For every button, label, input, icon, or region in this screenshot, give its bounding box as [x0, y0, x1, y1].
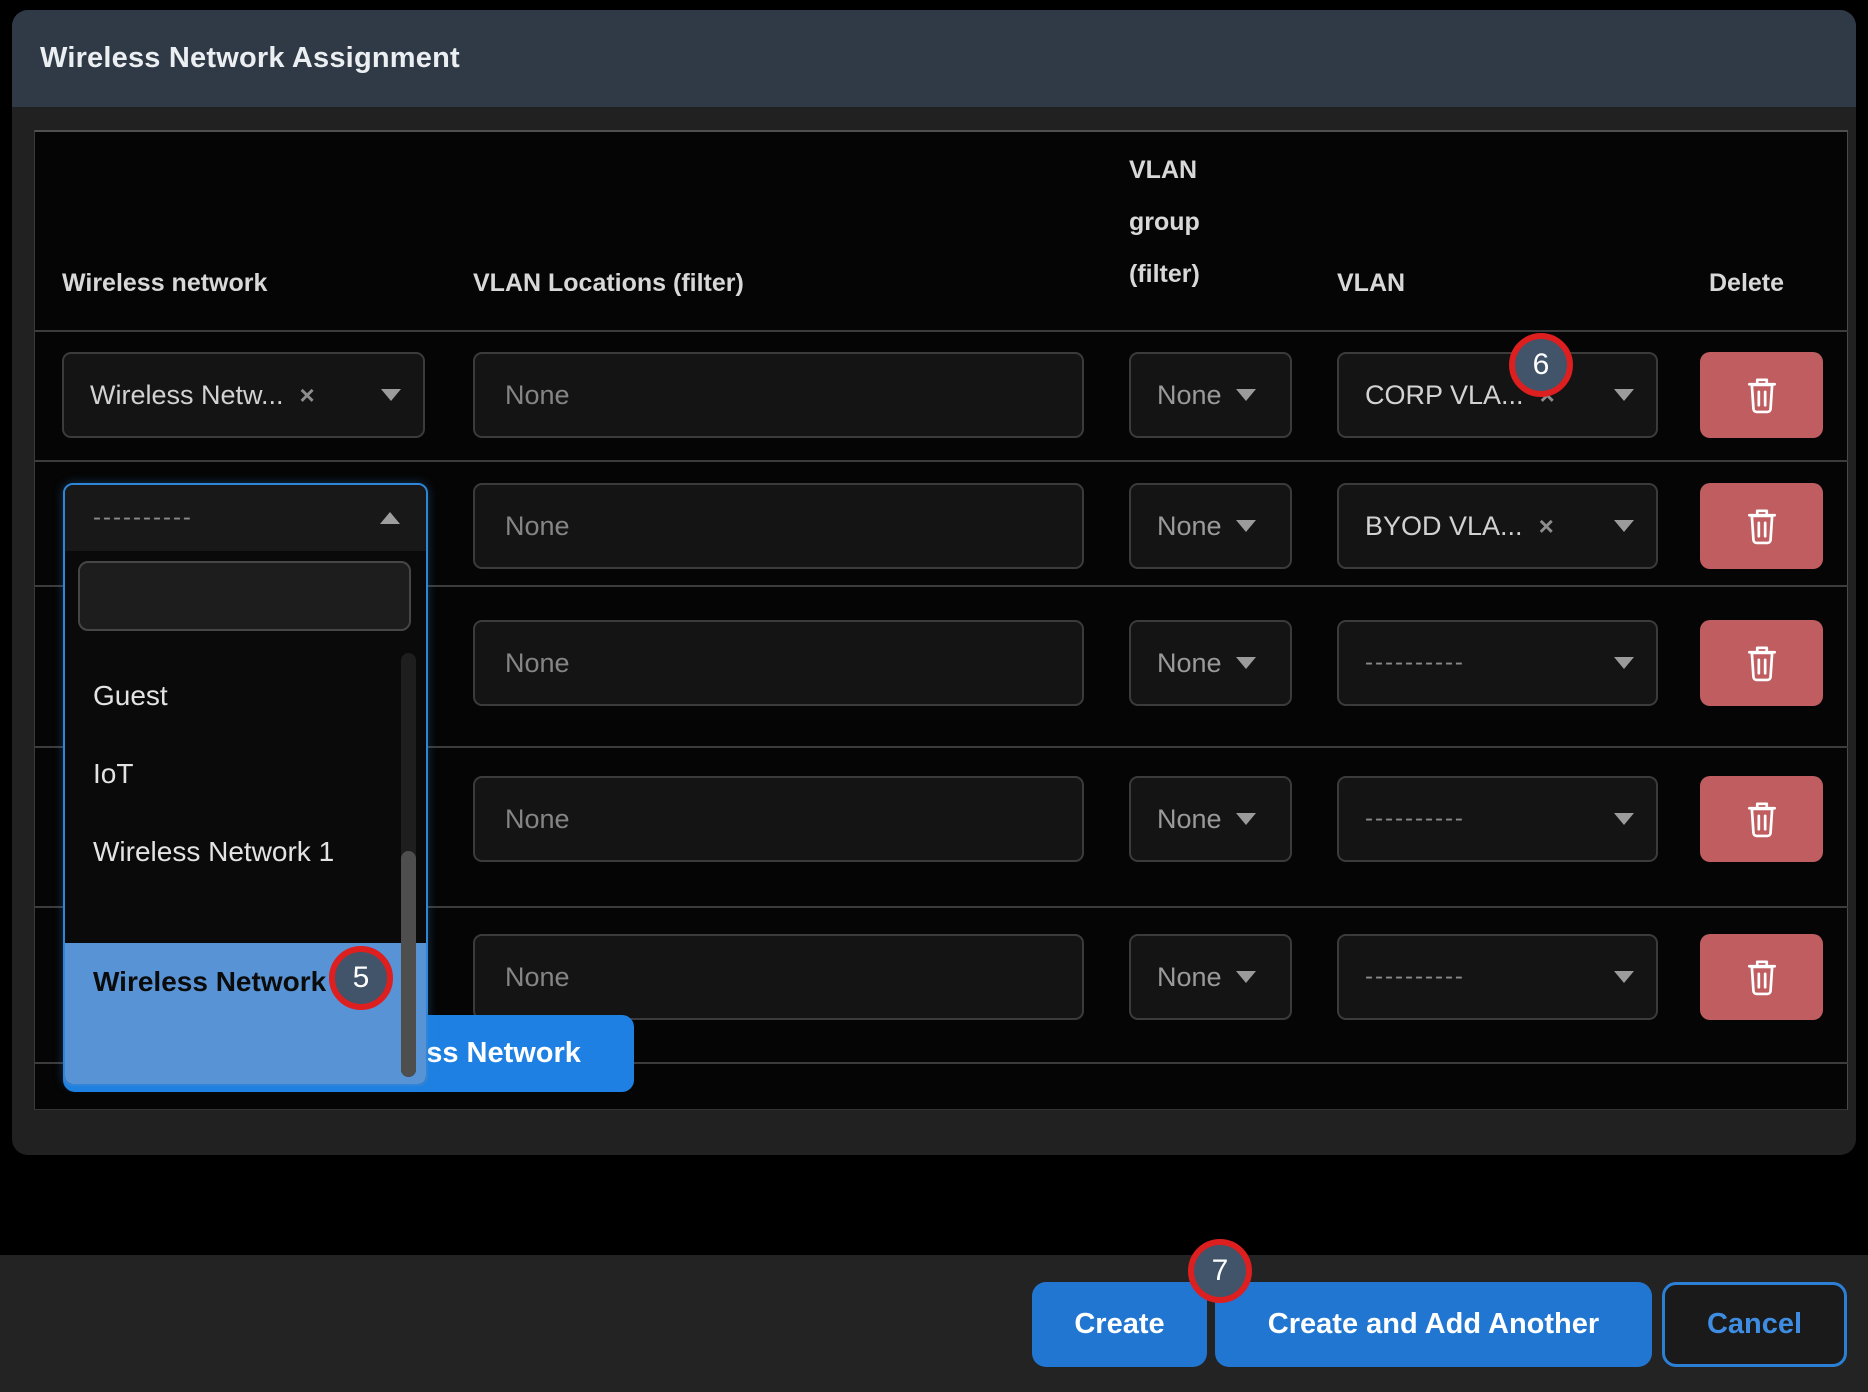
dropdown-option-guest[interactable]: Guest [65, 669, 426, 723]
vlan-group-value: None [1157, 511, 1222, 542]
modal-header: Wireless Network Assignment [12, 10, 1856, 107]
vlan-group-value: None [1157, 648, 1222, 679]
vlan-locations-value: None [505, 962, 570, 993]
vlan-select-row4[interactable]: ---------- [1337, 776, 1658, 862]
dropdown-option-wireless-network-1[interactable]: Wireless Network 1 [65, 825, 426, 879]
chevron-down-icon [1614, 971, 1634, 983]
chevron-down-icon [1236, 520, 1256, 532]
chevron-down-icon [1614, 813, 1634, 825]
trash-icon [1743, 642, 1781, 684]
vlan-group-value: None [1157, 804, 1222, 835]
dropdown-scrollbar-thumb[interactable] [401, 851, 416, 1077]
wireless-network-select-row2[interactable]: ---------- [65, 485, 426, 551]
vlan-group-select-row4[interactable]: None [1129, 776, 1292, 862]
vlan-select-row2[interactable]: BYOD VLA... × [1337, 483, 1658, 569]
wireless-network-select-row1[interactable]: Wireless Netw... × [62, 352, 425, 438]
modal-title: Wireless Network Assignment [40, 42, 460, 75]
clear-selection-icon[interactable]: × [300, 382, 315, 408]
vlan-select-row1[interactable]: CORP VLA... × [1337, 352, 1658, 438]
chevron-down-icon [1236, 389, 1256, 401]
vlan-value: BYOD VLA... [1365, 511, 1523, 542]
chevron-down-icon [1614, 657, 1634, 669]
vlan-select-row5[interactable]: ---------- [1337, 934, 1658, 1020]
create-button[interactable]: Create [1032, 1282, 1207, 1367]
chevron-down-icon [381, 389, 401, 401]
dropdown-search-input[interactable] [78, 561, 411, 631]
vlan-locations-value: None [505, 380, 570, 411]
create-and-add-another-button[interactable]: Create and Add Another [1215, 1282, 1652, 1367]
delete-row-button[interactable] [1700, 620, 1823, 706]
row-separator [34, 330, 1848, 332]
vlan-group-select-row2[interactable]: None [1129, 483, 1292, 569]
vlan-value: ---------- [1365, 963, 1465, 991]
vlan-group-select-row3[interactable]: None [1129, 620, 1292, 706]
column-header-vlan: VLAN [1337, 266, 1405, 300]
chevron-down-icon [1614, 389, 1634, 401]
vlan-select-row3[interactable]: ---------- [1337, 620, 1658, 706]
delete-row-button[interactable] [1700, 483, 1823, 569]
annotation-badge-6: 6 [1509, 333, 1573, 397]
vlan-locations-input-row1[interactable]: None [473, 352, 1084, 438]
vlan-locations-input-row5[interactable]: None [473, 934, 1084, 1020]
page-background: Wireless Network Assignment Wireless net… [0, 0, 1868, 1392]
vlan-value: ---------- [1365, 649, 1465, 677]
trash-icon [1743, 956, 1781, 998]
column-header-vlan-group: VLAN group (filter) [1129, 144, 1259, 300]
vlan-group-value: None [1157, 962, 1222, 993]
vlan-locations-input-row3[interactable]: None [473, 620, 1084, 706]
vlan-value: ---------- [1365, 805, 1465, 833]
annotation-badge-7: 7 [1188, 1239, 1252, 1303]
chevron-down-icon [1236, 657, 1256, 669]
clear-selection-icon[interactable]: × [1539, 513, 1554, 539]
cancel-button[interactable]: Cancel [1662, 1282, 1847, 1367]
vlan-locations-input-row4[interactable]: None [473, 776, 1084, 862]
vlan-locations-value: None [505, 804, 570, 835]
vlan-locations-value: None [505, 648, 570, 679]
vlan-value: CORP VLA... [1365, 380, 1524, 411]
annotation-badge-5: 5 [329, 946, 393, 1010]
row-separator [34, 460, 1848, 462]
vlan-locations-input-row2[interactable]: None [473, 483, 1084, 569]
dropdown-scrollbar-track[interactable] [401, 653, 416, 1077]
trash-icon [1743, 505, 1781, 547]
vlan-group-value: None [1157, 380, 1222, 411]
column-header-vlan-locations: VLAN Locations (filter) [473, 266, 744, 300]
chevron-down-icon [1614, 520, 1634, 532]
delete-row-button[interactable] [1700, 352, 1823, 438]
column-header-wireless-network: Wireless network [62, 266, 267, 300]
trash-icon [1743, 798, 1781, 840]
chevron-down-icon [1236, 813, 1256, 825]
column-header-delete: Delete [1709, 266, 1784, 300]
chevron-up-icon [380, 512, 400, 524]
trash-icon [1743, 374, 1781, 416]
vlan-locations-value: None [505, 511, 570, 542]
vlan-group-select-row5[interactable]: None [1129, 934, 1292, 1020]
dropdown-option-iot[interactable]: IoT [65, 747, 426, 801]
chevron-down-icon [1236, 971, 1256, 983]
delete-row-button[interactable] [1700, 934, 1823, 1020]
dropdown-current-value: ---------- [93, 504, 193, 532]
vlan-group-select-row1[interactable]: None [1129, 352, 1292, 438]
delete-row-button[interactable] [1700, 776, 1823, 862]
wireless-network-value: Wireless Netw... [90, 380, 284, 411]
